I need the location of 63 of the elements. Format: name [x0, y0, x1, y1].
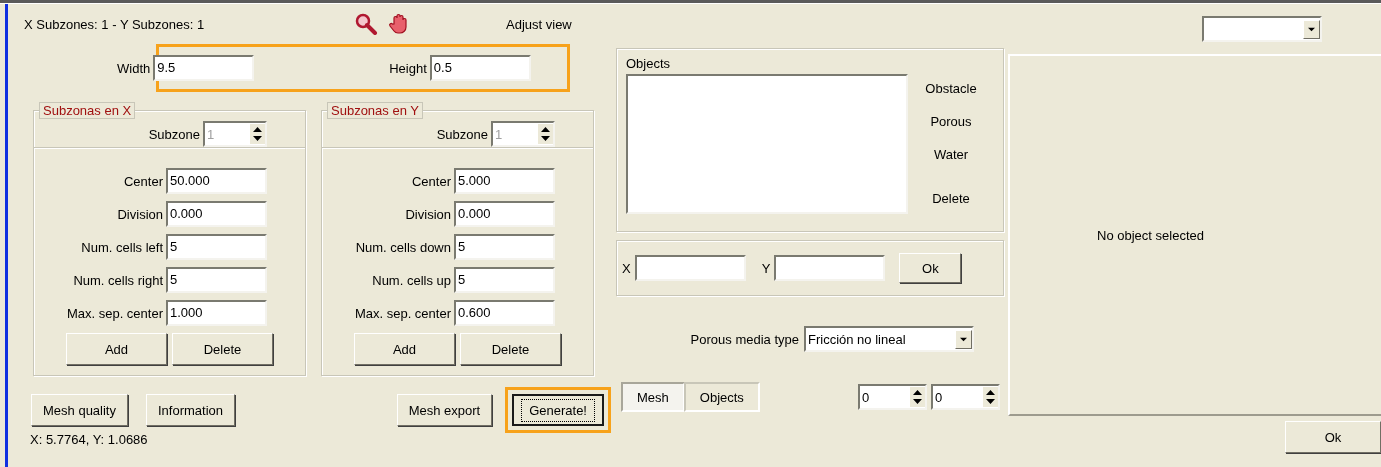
porous-type-dropdown[interactable]: Fricción no lineal [804, 326, 974, 352]
field-label: Max. sep. center [66, 305, 163, 321]
input-field[interactable]: 5 [454, 234, 555, 260]
field-label: Center [123, 173, 163, 189]
object-type-option[interactable]: Delete [932, 188, 970, 221]
field-label: Width [117, 60, 151, 76]
spin-arrows-icon[interactable] [909, 387, 925, 407]
field-label: Division [117, 206, 163, 222]
input-field[interactable]: 9.5 [153, 55, 255, 81]
field-label: Division [405, 206, 451, 222]
view-dropdown[interactable] [1202, 16, 1322, 42]
input-field[interactable]: 0.000 [454, 201, 555, 227]
field-label: Height [389, 60, 427, 76]
input-field[interactable]: 50.000 [166, 168, 267, 194]
group-title: Subzonas en X [39, 102, 136, 119]
input-field[interactable]: 0.000 [166, 201, 267, 227]
objects-list[interactable] [626, 74, 908, 214]
input-field[interactable]: 5 [166, 267, 267, 293]
object-type-option[interactable]: Porous [930, 111, 972, 144]
ok-button[interactable]: Ok [1285, 421, 1381, 453]
details-message: No object selected [1097, 227, 1204, 243]
tab[interactable]: Mesh [621, 382, 685, 412]
input-field[interactable] [634, 255, 746, 281]
action-button[interactable]: Add [66, 333, 167, 365]
object-type-option[interactable]: Water [933, 144, 969, 177]
input-field[interactable]: 5.000 [454, 168, 555, 194]
input-field[interactable]: 5 [166, 234, 267, 260]
action-button[interactable]: Generate! [512, 394, 604, 426]
input-field[interactable]: 1.000 [166, 300, 267, 326]
group-title: Subzonas en Y [327, 102, 423, 119]
field-label: Center [411, 173, 451, 189]
ok-button[interactable]: Ok [899, 253, 962, 283]
input-field[interactable]: 0.5 [429, 55, 531, 81]
field-label: Num. cells left [81, 239, 163, 255]
field-label: Subzone [148, 126, 200, 142]
hand-icon[interactable] [388, 13, 410, 35]
spin-arrows-icon[interactable] [982, 387, 998, 407]
tab[interactable]: Objects [683, 382, 760, 412]
object-type-option[interactable]: Obstacle [925, 78, 977, 111]
field-label: X [622, 260, 631, 276]
input-field[interactable] [774, 255, 886, 281]
action-button[interactable]: Delete [172, 333, 273, 365]
field-label: Max. sep. center [354, 305, 451, 321]
action-button[interactable]: Add [354, 333, 455, 365]
adjust-view-label[interactable]: Adjust view [506, 16, 572, 32]
magnifier-icon[interactable] [354, 13, 378, 35]
objects-title: Objects [626, 56, 672, 71]
input-field[interactable]: 0.600 [454, 300, 555, 326]
spinner-field[interactable]: 0 [931, 384, 1000, 410]
subzone-summary: X Subzones: 1 - Y Subzones: 1 [24, 16, 206, 32]
field-label: Num. cells right [73, 272, 163, 288]
action-button[interactable]: Delete [460, 333, 561, 365]
action-button[interactable]: Mesh quality [31, 394, 128, 426]
field-label: Subzone [436, 126, 488, 142]
input-field[interactable]: 5 [454, 267, 555, 293]
field-label: Porous media type [690, 331, 799, 347]
field-label: Num. cells up [372, 272, 451, 288]
cursor-coordinates: X: 5.7764, Y: 1.0686 [30, 432, 149, 447]
field-label: Y [761, 260, 771, 276]
spinner-field[interactable]: 0 [858, 384, 927, 410]
action-button[interactable]: Information [146, 394, 236, 426]
action-button[interactable]: Mesh export [396, 394, 493, 426]
field-label: Num. cells down [355, 239, 451, 255]
